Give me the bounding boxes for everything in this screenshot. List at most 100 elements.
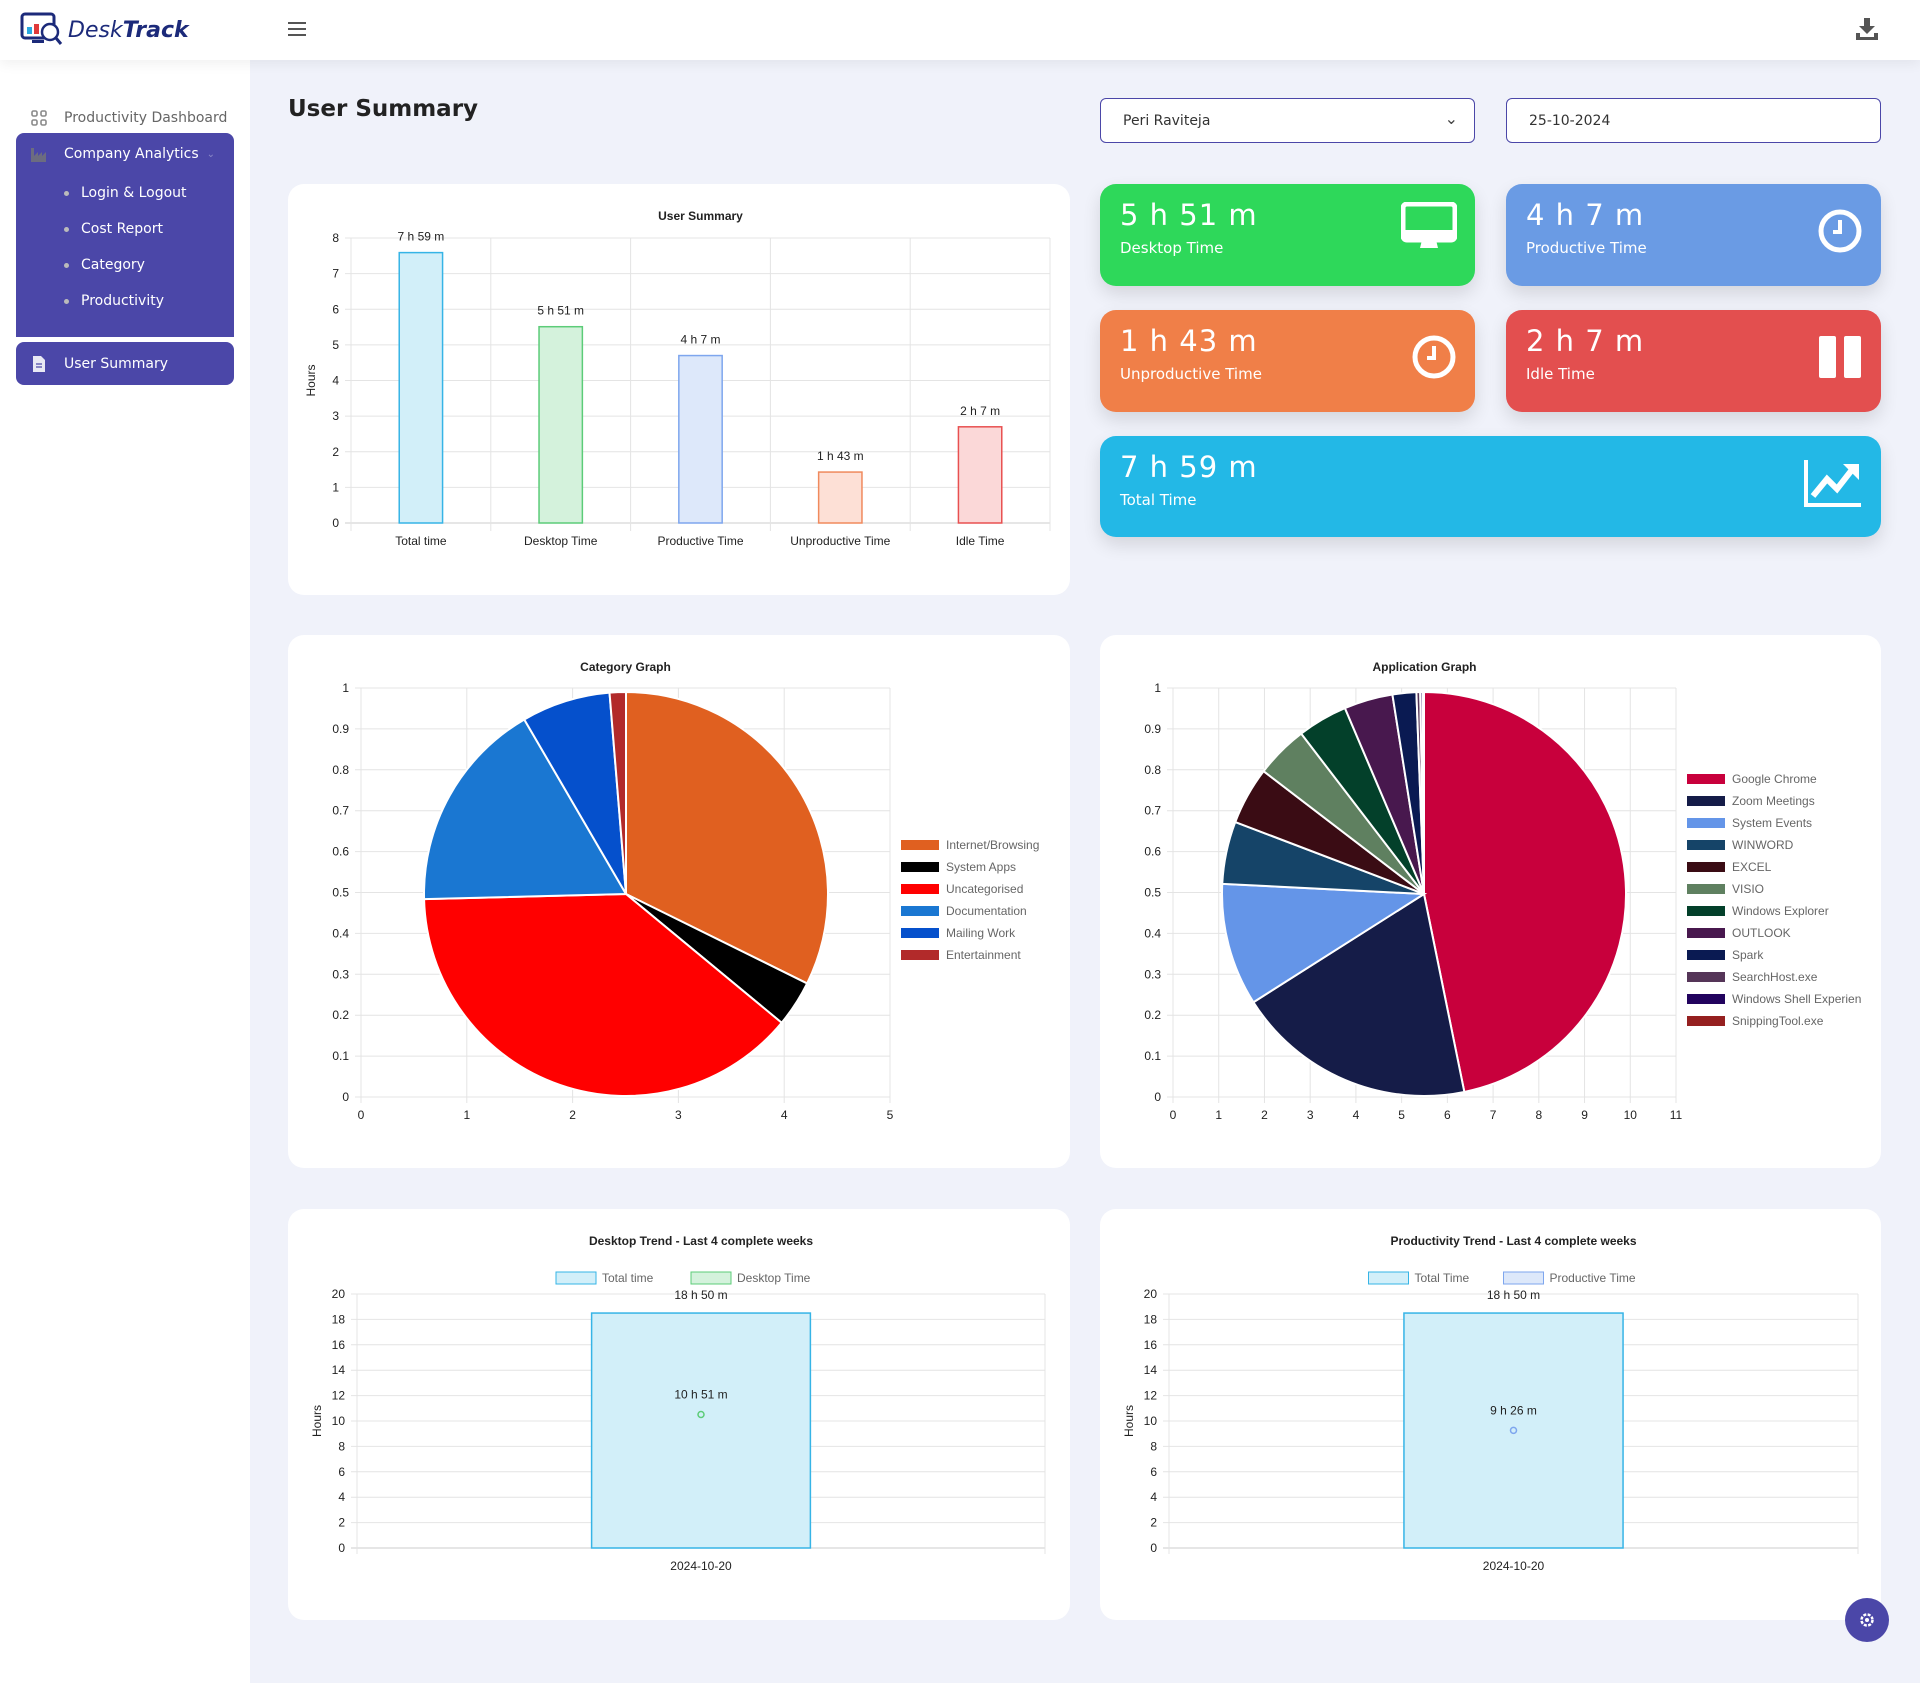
- x-tick-label: 11: [1670, 1108, 1683, 1122]
- pause-icon: [1819, 336, 1861, 378]
- legend-label: Google Chrome: [1732, 772, 1817, 786]
- y-tick-label: 4: [332, 374, 339, 388]
- y-tick-label: 0.4: [1144, 926, 1161, 940]
- sidebar-subitem-label: Category: [81, 257, 145, 273]
- bar-data-label: 4 h 7 m: [680, 333, 720, 347]
- y-tick-label: 0.5: [332, 886, 349, 900]
- x-tick-label: 2024-10-20: [1483, 1559, 1545, 1573]
- settings-button[interactable]: [1845, 1598, 1889, 1642]
- sidebar-subitem-productivity[interactable]: Productivity: [16, 283, 234, 319]
- stat-label: Total Time: [1120, 491, 1197, 509]
- desktrack-logo[interactable]: DeskTrack: [20, 12, 189, 48]
- sidebar-item-label: Company Analytics: [64, 146, 199, 162]
- factory-chart-icon: [31, 148, 46, 162]
- legend-label: Mailing Work: [946, 926, 1016, 940]
- x-tick-label: Unproductive Time: [790, 534, 890, 548]
- stat-value: 7 h 59 m: [1120, 450, 1258, 484]
- y-axis-title: Hours: [1122, 1405, 1136, 1437]
- data-label: 18 h 50 m: [1487, 1288, 1540, 1302]
- legend-label: VISIO: [1732, 882, 1764, 896]
- stat-card-idle-time: 2 h 7 m Idle Time: [1506, 310, 1881, 412]
- date-input[interactable]: 25-10-2024: [1506, 98, 1881, 143]
- y-tick-label: 0.6: [332, 845, 349, 859]
- y-tick-label: 14: [332, 1363, 346, 1377]
- chevron-down-icon: ⌄: [1444, 109, 1458, 128]
- stat-card-productive-time: 4 h 7 m Productive Time: [1506, 184, 1881, 286]
- chart-title: User Summary: [658, 209, 743, 223]
- chart-title: Productivity Trend - Last 4 complete wee…: [1390, 1234, 1636, 1248]
- data-label: 10 h 51 m: [674, 1388, 727, 1402]
- download-icon[interactable]: [1854, 16, 1880, 42]
- user-summary-bar-chart: User Summary 0 1 2 3 4 5 6 7 8 Hours 7 h 59 m Total …: [304, 209, 1051, 548]
- y-tick-label: 0.5: [1144, 886, 1161, 900]
- y-tick-label: 0: [338, 1541, 345, 1555]
- legend-label: Spark: [1732, 948, 1764, 962]
- legend-swatch: [555, 1271, 597, 1285]
- legend-label: Entertainment: [946, 948, 1021, 962]
- monitor-icon: [1401, 202, 1457, 248]
- y-tick-label: 10: [332, 1414, 346, 1428]
- y-tick-label: 3: [332, 409, 339, 423]
- sidebar-subitem-category[interactable]: Category: [16, 247, 234, 283]
- logo-text: DeskTrack: [68, 17, 189, 43]
- productivity-trend-card: Productivity Trend - Last 4 complete wee…: [1100, 1209, 1881, 1620]
- y-tick-label: 12: [332, 1389, 346, 1403]
- legend-swatch: [901, 884, 939, 894]
- sidebar-item-company-analytics[interactable]: Company Analytics ⌄: [16, 133, 234, 175]
- date-value: 25-10-2024: [1529, 112, 1611, 129]
- stat-card-desktop-time: 5 h 51 m Desktop Time: [1100, 184, 1475, 286]
- trend-up-icon: [1804, 460, 1861, 507]
- legend-label: SnippingTool.exe: [1732, 1014, 1824, 1028]
- stat-value: 2 h 7 m: [1526, 324, 1645, 358]
- sidebar-item-user-summary[interactable]: User Summary: [16, 342, 234, 385]
- y-axis-title: Hours: [304, 364, 318, 396]
- stat-card-total-time: 7 h 59 m Total Time: [1100, 436, 1881, 537]
- bar-data-label: 2 h 7 m: [960, 404, 1000, 418]
- y-tick-label: 5: [332, 338, 339, 352]
- y-tick-label: 8: [338, 1439, 345, 1453]
- sidebar-subitem-label: Productivity: [81, 293, 164, 309]
- bullet-icon: [64, 298, 69, 304]
- y-tick-label: 0.7: [1144, 804, 1161, 818]
- x-tick-label: 4: [1353, 1108, 1360, 1122]
- desktop-trend-chart: Desktop Trend - Last 4 complete weeks 0 2 4…: [310, 1234, 1046, 1573]
- sidebar-subitem-login-logout[interactable]: Login & Logout: [16, 175, 234, 211]
- x-tick-label: 3: [1307, 1108, 1314, 1122]
- x-tick-label: 2: [1261, 1108, 1268, 1122]
- user-select[interactable]: Peri Raviteja ⌄: [1100, 98, 1475, 143]
- legend-swatch: [1687, 928, 1725, 938]
- y-tick-label: 0: [1154, 1090, 1161, 1104]
- bullet-icon: [64, 190, 69, 196]
- clock-icon: [1412, 335, 1456, 379]
- legend-label: EXCEL: [1732, 860, 1772, 874]
- productivity-trend-chart: Productivity Trend - Last 4 complete wee…: [1122, 1234, 1859, 1573]
- y-tick-label: 0.8: [332, 763, 349, 777]
- sidebar-subitem-cost-report[interactable]: Cost Report: [16, 211, 234, 247]
- x-tick-label: Total time: [395, 534, 447, 548]
- x-tick-label: 3: [675, 1108, 682, 1122]
- legend-swatch: [690, 1271, 732, 1285]
- x-tick-label: 4: [781, 1108, 788, 1122]
- y-tick-label: 0.1: [1144, 1049, 1161, 1063]
- y-tick-label: 18: [332, 1312, 346, 1326]
- legend-swatch: [1687, 906, 1725, 916]
- y-tick-label: 0.8: [1144, 763, 1161, 777]
- stat-label: Desktop Time: [1120, 239, 1224, 257]
- legend-label: OUTLOOK: [1732, 926, 1791, 940]
- y-tick-label: 0.3: [1144, 967, 1161, 981]
- legend-swatch: [1368, 1271, 1409, 1285]
- legend-swatch: [1687, 950, 1725, 960]
- sidebar-item-productivity-dashboard[interactable]: Productivity Dashboard: [16, 100, 234, 136]
- category-pie-chart: Category Graph 0 0.1 0.2 0.3 0.4 0.5 0.6 0.7 0.8 0…: [332, 660, 1039, 1122]
- x-tick-label: 0: [1170, 1108, 1177, 1122]
- bar-data-label: 7 h 59 m: [398, 230, 445, 244]
- bar: [817, 471, 863, 524]
- x-tick-label: 5: [1398, 1108, 1405, 1122]
- legend-label: System Events: [1732, 816, 1812, 830]
- y-tick-label: 0.9: [1144, 722, 1161, 736]
- y-tick-label: 1: [1154, 681, 1161, 695]
- stat-value: 5 h 51 m: [1120, 198, 1258, 232]
- legend-swatch: [901, 862, 939, 872]
- stat-value: 4 h 7 m: [1526, 198, 1645, 232]
- menu-toggle-icon[interactable]: [288, 22, 306, 36]
